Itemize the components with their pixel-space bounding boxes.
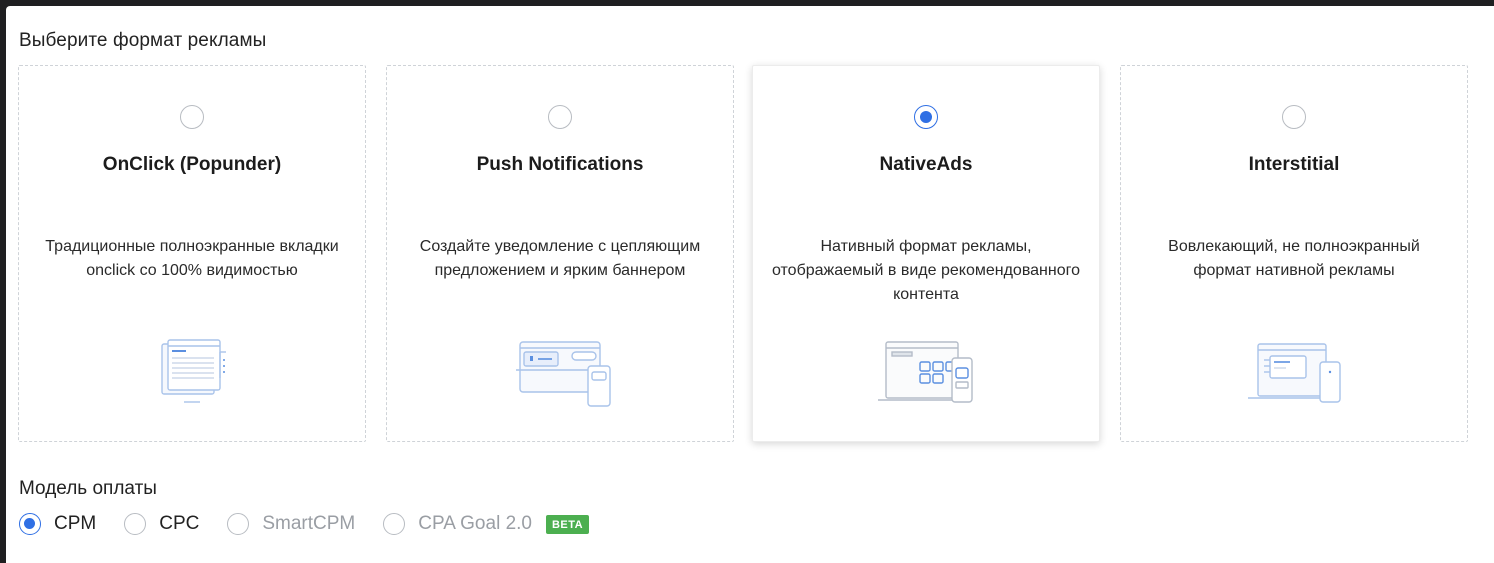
ad-format-radio-native[interactable] <box>914 105 938 129</box>
payment-model-heading: Модель оплаты <box>19 478 157 499</box>
beta-badge: BETA <box>545 514 590 534</box>
interstitial-illustration-icon <box>1248 343 1341 403</box>
radio-smartcpm[interactable] <box>227 513 250 535</box>
ad-format-card-onclick[interactable]: OnClick (Popunder) Традиционные полноэкр… <box>18 65 366 442</box>
payment-option-label: SmartCPM <box>262 513 356 534</box>
ad-format-title: Push Notifications <box>476 154 644 175</box>
ad-format-description: Вовлекающий, не полноэкранный формат нат… <box>1168 238 1420 279</box>
ad-format-card-interstitial[interactable]: Interstitial Вовлекающий, не полноэкранн… <box>1120 65 1468 442</box>
campaign-settings-panel: Выберите формат рекламы OnClick (Popunde… <box>6 6 1494 563</box>
payment-option-label: CPA Goal 2.0 <box>418 513 532 534</box>
native-illustration-icon <box>878 341 973 403</box>
ad-format-heading: Выберите формат рекламы <box>19 30 267 51</box>
radio-cpa-goal[interactable] <box>383 513 406 535</box>
ad-format-description: Нативный формат рекламы, отображаемый в … <box>771 238 1080 303</box>
payment-model-options: CPM CPC SmartCPM CPA Goal 2.0 BETA <box>19 511 617 537</box>
radio-cpc[interactable] <box>124 513 147 535</box>
payment-option-cpm[interactable]: CPM <box>19 513 96 535</box>
payment-option-cpa-goal[interactable]: CPA Goal 2.0 BETA <box>383 513 590 535</box>
ad-format-title: OnClick (Popunder) <box>102 154 282 175</box>
payment-option-smartcpm[interactable]: SmartCPM <box>227 513 355 535</box>
ad-format-card-native[interactable]: NativeAds Нативный формат рекламы, отобр… <box>752 65 1100 442</box>
payment-option-label: CPM <box>54 513 97 534</box>
ad-format-radio-interstitial[interactable] <box>1282 105 1306 129</box>
ad-format-description: Создайте уведомление с цепляющим предлож… <box>419 238 701 279</box>
ad-format-title: NativeAds <box>879 154 973 175</box>
ad-format-radio-push[interactable] <box>548 105 572 129</box>
payment-option-label: CPC <box>159 513 200 534</box>
push-illustration-icon <box>516 341 611 407</box>
payment-option-cpc[interactable]: CPC <box>124 513 199 535</box>
ad-format-radio-onclick[interactable] <box>180 105 204 129</box>
ad-format-description: Традиционные полноэкранные вкладки oncli… <box>45 238 339 279</box>
ad-format-card-push[interactable]: Push Notifications Создайте уведомление … <box>386 65 734 442</box>
radio-cpm[interactable] <box>19 513 41 535</box>
ad-format-title: Interstitial <box>1248 154 1340 175</box>
popunder-illustration-icon <box>161 339 226 403</box>
